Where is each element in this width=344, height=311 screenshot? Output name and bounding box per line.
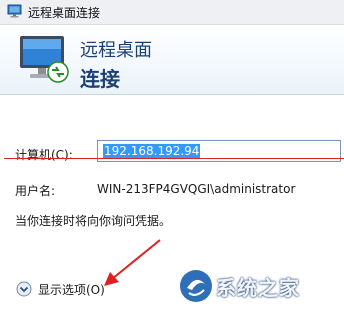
banner-title: 远程桌面 [80,40,152,61]
computer-label: 计算机(C): [15,148,73,162]
show-options-label: 显示选项(O) [38,283,105,297]
header-banner: 远程桌面 连接 [0,25,344,95]
title-bar[interactable]: 远程桌面连接 [0,0,344,25]
username-label: 用户名: [15,184,56,198]
chevron-down-icon [16,281,32,297]
credentials-hint: 当你连接时将向你询问凭据。 [15,214,172,228]
window-title: 远程桌面连接 [28,6,101,20]
remote-desktop-icon [7,4,22,18]
username-value: WIN-213FP4GVQGI\administrator [97,182,296,196]
site-logo-icon [180,270,212,302]
watermark: 系统之家 [178,266,338,308]
computer-input-value: 192.168.192.94 [103,144,201,158]
watermark-text: 系统之家 [216,276,300,300]
annotation-underline [4,158,344,159]
banner-subtitle: 连接 [80,67,120,91]
remote-desktop-icon [20,36,69,83]
